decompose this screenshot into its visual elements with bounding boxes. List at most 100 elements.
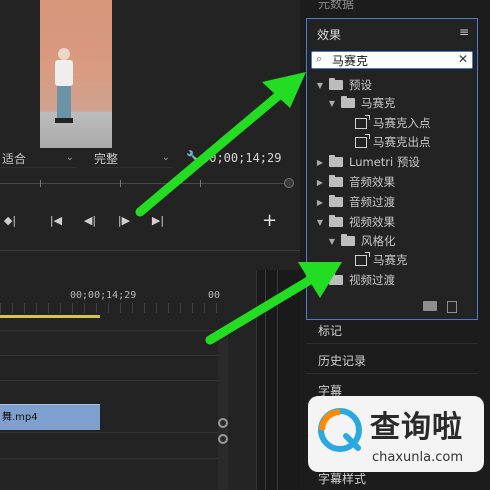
preset-folder-icon	[341, 96, 355, 108]
track-divider	[0, 330, 220, 331]
tree-item-stylize[interactable]: ▼ 风格化	[327, 232, 396, 250]
clear-search-icon[interactable]: ✕	[458, 52, 468, 66]
tree-item-mosaic-in[interactable]: 马赛克入点	[355, 114, 431, 132]
tree-item-audio-transitions[interactable]: ▶ 音频过渡	[315, 193, 395, 211]
person-shoes	[55, 118, 73, 123]
meter-bar	[277, 270, 278, 490]
tree-item-video-transitions[interactable]: ▶ 视频过渡	[315, 271, 395, 289]
audio-meter	[256, 270, 300, 490]
watermark-logo: 查询啦 chaxunla.com	[308, 396, 484, 472]
tree-item-label: 音频过渡	[349, 195, 395, 209]
work-area-bar[interactable]	[0, 315, 100, 318]
tree-item-mosaic-effect[interactable]: 马赛克	[355, 251, 408, 269]
preset-icon	[355, 114, 370, 129]
scrubber-tick	[120, 180, 121, 187]
watermark-text: 查询啦	[370, 410, 463, 445]
collapsed-triangle-icon[interactable]: ▶	[315, 198, 325, 207]
tree-item-label: 视频效果	[349, 215, 395, 229]
scroll-handle[interactable]	[218, 418, 228, 428]
video-clip[interactable]: 舞.mp4	[0, 404, 100, 430]
expanded-triangle-icon[interactable]: ▼	[315, 218, 325, 227]
expanded-triangle-icon[interactable]: ▼	[315, 81, 325, 90]
clip-name: 舞.mp4	[2, 412, 38, 423]
play-icon[interactable]: |▶	[114, 212, 134, 230]
go-to-in-icon[interactable]: |◀	[46, 212, 66, 230]
watermark-url: chaxunla.com	[372, 450, 463, 465]
tree-item-label: 预设	[349, 78, 372, 92]
folder-icon	[329, 273, 343, 285]
trash-icon[interactable]	[447, 301, 457, 313]
scroll-handle[interactable]	[218, 434, 228, 444]
mark-in-icon[interactable]: ◆|	[0, 212, 20, 230]
collapsed-triangle-icon[interactable]: ▶	[315, 158, 325, 167]
fit-dropdown[interactable]: 适合 ⌄	[0, 150, 78, 168]
tree-item-audio-effects[interactable]: ▶ 音频效果	[315, 173, 395, 191]
program-monitor-area: 适合 ⌄ 完整 ⌄ 🔧 00;00;14;29 ◆| |◀ ◀| |▶ ▶| +…	[0, 0, 300, 490]
track-divider	[0, 380, 220, 381]
video-preview	[40, 0, 112, 148]
tree-item-mosaic-presets[interactable]: ▼ 马赛克	[327, 94, 396, 112]
tree-item-lumetri-presets[interactable]: ▶ Lumetri 预设	[315, 153, 420, 171]
person-body	[55, 60, 73, 86]
collapsed-triangle-icon[interactable]: ▶	[315, 178, 325, 187]
preset-folder-icon	[329, 78, 343, 90]
scrubber-tick	[200, 180, 201, 187]
chevron-down-icon: ⌄	[65, 152, 74, 163]
fit-dropdown-label: 适合	[2, 152, 27, 166]
track-divider	[0, 458, 220, 459]
quality-dropdown-label: 完整	[94, 152, 119, 166]
tree-item-presets[interactable]: ▼ 预设	[315, 76, 372, 94]
effect-icon	[355, 251, 370, 266]
meter-bar	[265, 270, 266, 490]
folder-icon	[329, 155, 343, 167]
timeline-ruler-time: 00;00;14;29	[70, 290, 137, 301]
tree-item-label: 风格化	[361, 234, 396, 248]
tree-item-label: 马赛克	[373, 253, 408, 267]
add-button[interactable]: +	[262, 210, 277, 231]
effects-panel: 效果 ≡ ⌕ ✕ ▼ 预设 ▼ 马赛克 马赛克入点 马赛克出点 ▶ Lum	[306, 18, 478, 320]
playback-scrubber[interactable]	[0, 178, 300, 188]
markers-panel-tab[interactable]: 标记	[306, 318, 478, 344]
tree-item-label: 马赛克	[361, 96, 396, 110]
playhead-timecode[interactable]: 00;00;14;29	[202, 151, 281, 165]
chevron-down-icon: ⌄	[161, 152, 170, 163]
wrench-icon[interactable]: 🔧	[186, 150, 201, 164]
preset-icon	[355, 133, 370, 148]
track-divider	[0, 432, 220, 433]
metadata-tab[interactable]: 元数据	[318, 0, 354, 12]
effects-search-input[interactable]	[332, 53, 450, 67]
new-bin-icon[interactable]	[423, 301, 437, 311]
person-head	[58, 48, 70, 60]
tree-item-label: 马赛克出点	[373, 135, 431, 149]
collapsed-triangle-icon[interactable]: ▶	[315, 276, 325, 285]
tree-item-label: 视频过渡	[349, 273, 395, 287]
watermark-q-icon	[318, 408, 362, 452]
track-divider	[0, 355, 220, 356]
folder-icon	[341, 234, 355, 246]
folder-icon	[329, 195, 343, 207]
tree-item-mosaic-out[interactable]: 马赛克出点	[355, 133, 431, 151]
expanded-triangle-icon[interactable]: ▼	[327, 99, 337, 108]
tree-item-video-effects[interactable]: ▼ 视频效果	[315, 213, 395, 231]
quality-dropdown[interactable]: 完整 ⌄	[92, 150, 174, 168]
timeline-scrollbar[interactable]	[218, 330, 228, 490]
go-to-out-icon[interactable]: ▶|	[148, 212, 168, 230]
folder-icon	[329, 215, 343, 227]
panel-menu-icon[interactable]: ≡	[459, 25, 469, 39]
history-panel-tab[interactable]: 历史记录	[306, 348, 478, 374]
timeline-ruler[interactable]	[0, 303, 220, 313]
scrubber-tick	[40, 180, 41, 187]
person-legs	[57, 86, 71, 118]
tree-item-label: 音频效果	[349, 175, 395, 189]
effects-panel-footer	[423, 301, 457, 313]
scrubber-end-knob[interactable]	[284, 178, 294, 188]
timeline-divider	[0, 250, 300, 251]
expanded-triangle-icon[interactable]: ▼	[327, 237, 337, 246]
scrubber-line	[0, 183, 292, 184]
timeline-ruler-time: 00	[208, 290, 221, 301]
effects-search-box[interactable]: ⌕ ✕	[311, 51, 473, 69]
tree-item-label: 马赛克入点	[373, 116, 431, 130]
step-back-icon[interactable]: ◀|	[80, 212, 100, 230]
effects-panel-title[interactable]: 效果	[317, 26, 341, 43]
tree-item-label: Lumetri 预设	[349, 155, 420, 169]
